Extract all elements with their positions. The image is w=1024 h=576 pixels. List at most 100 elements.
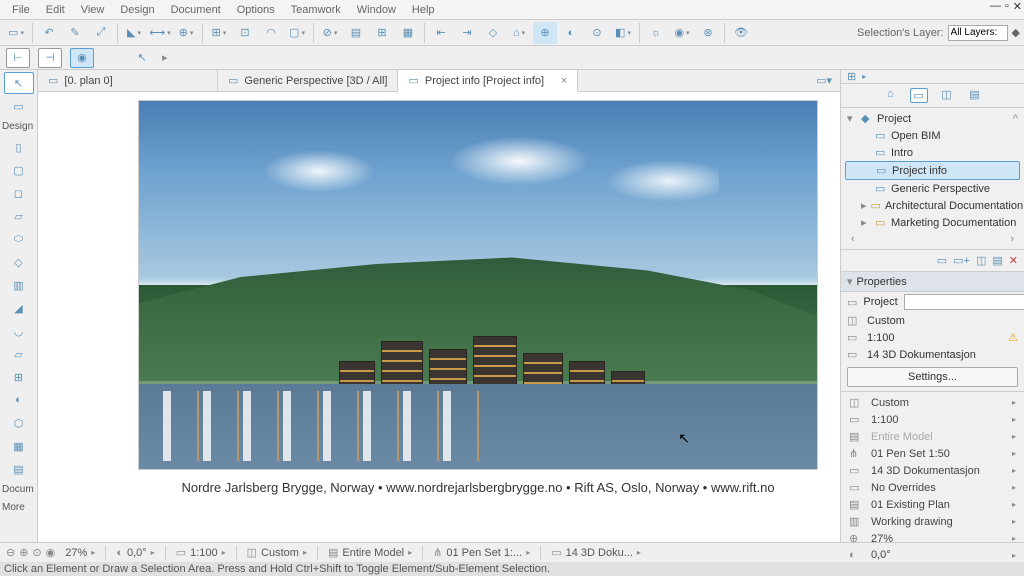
quick-item[interactable]: ▥Working drawing▸ (841, 513, 1024, 530)
zoom-prev-icon[interactable]: ◉ (46, 546, 56, 559)
compare-button[interactable]: ◧ (611, 22, 635, 44)
link-button[interactable]: ◇ (481, 22, 505, 44)
menu-view[interactable]: View (73, 2, 113, 18)
quick-item[interactable]: ◐0,0°▸ (841, 547, 1024, 563)
xyz-button[interactable]: ⊕ (174, 22, 198, 44)
save-view-icon[interactable]: ▭ (937, 254, 947, 267)
eyedropper-button[interactable]: ✎ (63, 22, 87, 44)
attr-button[interactable]: ▦ (396, 22, 420, 44)
wall-tool-icon[interactable]: ▯ (4, 136, 34, 158)
organize-icon[interactable]: ▤ (992, 254, 1002, 267)
tree-item[interactable]: ▭Open BIM (845, 127, 1020, 144)
arrow-tool[interactable]: ↖ (130, 48, 154, 68)
layer-icon[interactable]: ◆ (1012, 26, 1020, 39)
tab-overflow-button[interactable]: ▭▾ (808, 70, 840, 91)
grid-button[interactable]: ⊞ (207, 22, 231, 44)
tree-folder[interactable]: ▸▭Marketing Documentation (845, 214, 1020, 231)
measure-button[interactable]: ⟷ (148, 22, 172, 44)
morph-tool-icon[interactable]: ◐ (4, 389, 34, 411)
new-button[interactable]: ▭ (4, 22, 28, 44)
sun-button[interactable]: ☼ (644, 22, 668, 44)
syringe-button[interactable]: ⤢ (89, 22, 113, 44)
new-folder-icon[interactable]: ▭+ (953, 254, 970, 267)
menu-document[interactable]: Document (163, 2, 229, 18)
shell-tool-icon[interactable]: ◡ (4, 320, 34, 342)
quick-item[interactable]: ▤01 Existing Plan▸ (841, 496, 1024, 513)
quick-item[interactable]: ▭14 3D Dokumentasjon▸ (841, 462, 1024, 479)
suspend-button[interactable]: ⊘ (318, 22, 342, 44)
nav-tab-view-icon[interactable]: ▭ (910, 88, 928, 103)
curtain-tool-icon[interactable]: ⊞ (4, 366, 34, 388)
undo-button[interactable]: ↶ (37, 22, 61, 44)
slab-tool-icon[interactable]: ◇ (4, 251, 34, 273)
canvas[interactable]: Nordre Jarlsberg Brygge, Norway • www.no… (38, 92, 840, 542)
properties-header[interactable]: ▾Properties (841, 272, 1024, 292)
explore-button[interactable]: ◐ (559, 22, 583, 44)
nav-tab-pub-icon[interactable]: ▤ (966, 88, 984, 103)
menu-help[interactable]: Help (404, 2, 443, 18)
scale-value[interactable]: 1:100 (190, 547, 218, 559)
arrow-tool-icon[interactable]: ↖ (4, 72, 34, 94)
quick-item[interactable]: ▤Entire Model▸ (841, 428, 1024, 445)
anchor-1-button[interactable]: ⊢ (6, 48, 30, 68)
snap-button[interactable]: ⊡ (233, 22, 257, 44)
menu-design[interactable]: Design (112, 2, 162, 18)
marquee-tool-icon[interactable]: ▭ (4, 95, 34, 117)
zoom-out-icon[interactable]: ⊖ (6, 546, 15, 559)
quick-item[interactable]: ⊕27%▸ (841, 530, 1024, 547)
door-tool-icon[interactable]: ▢ (4, 159, 34, 181)
skylight-tool-icon[interactable]: ▱ (4, 343, 34, 365)
anchor-2-button[interactable]: ⊣ (38, 48, 62, 68)
menu-teamwork[interactable]: Teamwork (283, 2, 349, 18)
quick-item[interactable]: ▭No Overrides▸ (841, 479, 1024, 496)
menu-edit[interactable]: Edit (38, 2, 73, 18)
nav-chev-icon[interactable]: ▸ (862, 72, 866, 81)
roof-tool-icon[interactable]: ◢ (4, 297, 34, 319)
nav-tab-project-icon[interactable]: ⌂ (882, 88, 900, 103)
nav-tab-layout-icon[interactable]: ◫ (938, 88, 956, 103)
tab-3d[interactable]: ▭ Generic Perspective [3D / All] (218, 70, 398, 91)
mesh-tool-icon[interactable]: ▤ (4, 458, 34, 480)
pen-value[interactable]: 01 Pen Set 1:... (446, 547, 522, 559)
zoom-fit-icon[interactable]: ⊙ (32, 546, 41, 559)
object-tool-icon[interactable]: ⬡ (4, 412, 34, 434)
render-button[interactable]: ⊙ (585, 22, 609, 44)
tree-item-selected[interactable]: ▭Project info (845, 161, 1020, 180)
model-value[interactable]: Entire Model (342, 547, 404, 559)
tree-item[interactable]: ▭Intro (845, 144, 1020, 161)
maximize-icon[interactable]: ▫ (1005, 0, 1009, 13)
tree-folder[interactable]: ▸▭Architectural Documentation (845, 197, 1020, 214)
tree-item[interactable]: ▭Generic Perspective (845, 180, 1020, 197)
camera-button[interactable]: ◉ (670, 22, 694, 44)
distribute-button[interactable]: ⇥ (455, 22, 479, 44)
element-button[interactable]: ⊞ (370, 22, 394, 44)
menu-file[interactable]: File (4, 2, 38, 18)
stair-tool-icon[interactable]: ▥ (4, 274, 34, 296)
nav-pin-icon[interactable]: ⊞ (847, 70, 856, 83)
layers-button[interactable]: ▤ (344, 22, 368, 44)
energy-button[interactable]: ⊛ (696, 22, 720, 44)
3d-nav-button[interactable]: ⊕ (533, 22, 557, 44)
quick-item[interactable]: ▭1:100▸ (841, 411, 1024, 428)
window-tool-icon[interactable]: ◻ (4, 182, 34, 204)
home-button[interactable]: ⌂ (507, 22, 531, 44)
rotation-value[interactable]: 0,0° (127, 547, 147, 559)
tab-project-info[interactable]: ▭ Project info [Project info] × (398, 70, 578, 92)
ruler-button[interactable]: ◣ (122, 22, 146, 44)
column-tool-icon[interactable]: ▱ (4, 205, 34, 227)
close-tab-icon[interactable]: × (561, 75, 567, 87)
anchor-3-button[interactable]: ◉ (70, 48, 94, 68)
minimize-icon[interactable]: — (990, 0, 1001, 13)
menu-window[interactable]: Window (349, 2, 404, 18)
beam-tool-icon[interactable]: ⬭ (4, 228, 34, 250)
view-name-input[interactable] (904, 294, 1024, 310)
layer-input[interactable] (948, 25, 1008, 41)
tree-root[interactable]: ▾◆ Project ^ (845, 110, 1020, 127)
quick-item[interactable]: ◫Custom▸ (841, 394, 1024, 411)
align-button[interactable]: ⇤ (429, 22, 453, 44)
box-button[interactable]: ▢ (285, 22, 309, 44)
tab-plan[interactable]: ▭ [0. plan 0] (38, 70, 218, 91)
zoom-value[interactable]: 27% (65, 547, 87, 559)
delete-icon[interactable]: ✕ (1009, 254, 1018, 267)
custom-value[interactable]: Custom (261, 547, 299, 559)
